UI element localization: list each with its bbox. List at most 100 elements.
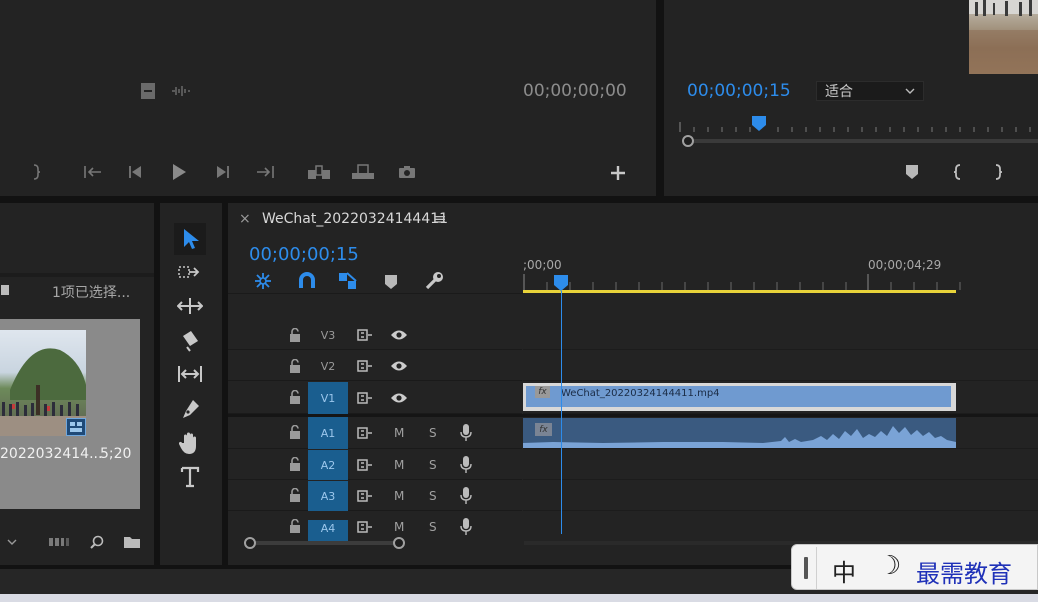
- sync-lock-icon[interactable]: [356, 391, 374, 405]
- sync-lock-icon[interactable]: [356, 458, 374, 472]
- solo-button[interactable]: S: [429, 520, 437, 534]
- ime-half-full-toggle[interactable]: ☽: [878, 551, 901, 581]
- lock-icon[interactable]: [288, 389, 302, 405]
- selection-tool-icon[interactable]: [174, 223, 206, 255]
- track-label[interactable]: V3: [308, 320, 348, 350]
- clip-duration: 5;20: [100, 446, 132, 462]
- clip-thumbnail: [0, 330, 86, 436]
- go-to-in-icon[interactable]: [82, 162, 104, 182]
- chevron-down-icon[interactable]: [4, 535, 20, 549]
- mark-out-icon[interactable]: [990, 162, 1006, 182]
- type-tool-icon[interactable]: [174, 463, 206, 491]
- go-to-out-icon[interactable]: [254, 162, 276, 182]
- program-video-frame: [969, 0, 1038, 74]
- program-timecode[interactable]: 00;00;00;15: [687, 81, 791, 101]
- close-tab-button[interactable]: ×: [239, 211, 251, 227]
- ime-drag-handle[interactable]: [804, 557, 808, 579]
- program-zoom-bar[interactable]: [682, 135, 1038, 147]
- list-view-icon[interactable]: [0, 283, 10, 297]
- mute-button[interactable]: M: [394, 458, 404, 472]
- mark-out-icon[interactable]: [28, 162, 44, 182]
- solo-button[interactable]: S: [429, 426, 437, 440]
- video-clip[interactable]: fx WeChat_20220324144411.mp4: [523, 383, 956, 411]
- step-forward-icon[interactable]: [212, 162, 234, 182]
- track-lane-a3[interactable]: [523, 481, 1038, 511]
- export-frame-icon[interactable]: [396, 162, 418, 182]
- video-clip-name: WeChat_20220324144411.mp4: [561, 388, 720, 399]
- slip-tool-icon[interactable]: [174, 361, 206, 387]
- hand-tool-icon[interactable]: [174, 429, 206, 457]
- pen-tool-icon[interactable]: [174, 395, 206, 423]
- track-label[interactable]: A2: [308, 450, 348, 480]
- tab-menu-icon[interactable]: ≡: [434, 210, 447, 228]
- track-lane-v2[interactable]: [523, 351, 1038, 381]
- solo-button[interactable]: S: [429, 458, 437, 472]
- microphone-icon[interactable]: [459, 424, 473, 442]
- ripple-edit-tool-icon[interactable]: [174, 293, 206, 319]
- track-lane-a2[interactable]: [523, 450, 1038, 480]
- lock-icon[interactable]: [288, 327, 302, 343]
- lock-icon[interactable]: [288, 358, 302, 374]
- sync-lock-icon[interactable]: [356, 489, 374, 503]
- play-icon[interactable]: [168, 160, 190, 184]
- sync-lock-icon[interactable]: [356, 426, 374, 440]
- snap-magnet-icon[interactable]: [296, 270, 318, 292]
- track-header-v2: V2: [228, 351, 522, 381]
- fit-dropdown[interactable]: 适合: [816, 81, 924, 101]
- timeline-tab-title[interactable]: WeChat_20220324144411: [262, 211, 448, 227]
- wrench-settings-icon[interactable]: [422, 270, 446, 292]
- add-marker-icon[interactable]: [904, 162, 920, 182]
- add-button-icon[interactable]: [608, 162, 628, 184]
- program-playhead[interactable]: [752, 116, 766, 131]
- lock-icon[interactable]: [288, 424, 302, 440]
- track-select-tool-icon[interactable]: [174, 259, 206, 285]
- microphone-icon[interactable]: [459, 518, 473, 536]
- track-label[interactable]: V2: [308, 351, 348, 381]
- sync-lock-icon[interactable]: [356, 328, 374, 342]
- timeline-playhead[interactable]: [554, 275, 568, 291]
- automate-sequence-icon[interactable]: [48, 535, 70, 549]
- lock-icon[interactable]: [288, 518, 302, 534]
- timeline-ruler[interactable]: ;00;00 00;00;04;29: [523, 250, 1038, 294]
- step-back-icon[interactable]: [124, 162, 146, 182]
- source-timecode: 00;00;00;00: [523, 81, 627, 101]
- solo-button[interactable]: S: [429, 489, 437, 503]
- sync-lock-icon[interactable]: [356, 520, 374, 534]
- mute-button[interactable]: M: [394, 520, 404, 534]
- ime-toolbar[interactable]: 中 ☽ 最需教育: [791, 544, 1038, 590]
- linked-selection-icon[interactable]: [336, 270, 360, 292]
- audio-clip[interactable]: fx: [523, 418, 956, 448]
- eye-icon[interactable]: [390, 328, 408, 342]
- sync-lock-icon[interactable]: [356, 359, 374, 373]
- mute-button[interactable]: M: [394, 489, 404, 503]
- taskbar-strip: [0, 594, 1038, 602]
- razor-tool-icon[interactable]: [174, 327, 206, 355]
- clip-item[interactable]: 2022032414... 5;20: [0, 319, 140, 509]
- track-label[interactable]: V1: [308, 382, 348, 414]
- ime-mode-toggle[interactable]: 中: [832, 553, 856, 588]
- microphone-icon[interactable]: [459, 456, 473, 474]
- lock-icon[interactable]: [288, 487, 302, 503]
- new-bin-icon[interactable]: [122, 533, 142, 551]
- eye-icon[interactable]: [390, 359, 408, 373]
- audio-waveform-icon[interactable]: [170, 82, 192, 100]
- source-menu-icon[interactable]: [140, 82, 156, 100]
- track-header-a2: A2 M S: [228, 450, 522, 480]
- track-label[interactable]: A3: [308, 481, 348, 511]
- track-label[interactable]: A1: [308, 417, 348, 449]
- add-marker-icon[interactable]: [382, 272, 400, 292]
- insert-icon[interactable]: [306, 162, 332, 182]
- search-icon[interactable]: [88, 533, 106, 551]
- program-ruler[interactable]: [678, 116, 1038, 132]
- track-lane-a4[interactable]: [523, 512, 1038, 534]
- microphone-icon[interactable]: [459, 487, 473, 505]
- eye-icon[interactable]: [390, 391, 408, 405]
- nest-sequence-icon[interactable]: [252, 270, 274, 292]
- mark-in-icon[interactable]: [950, 162, 966, 182]
- overwrite-icon[interactable]: [350, 162, 376, 182]
- timeline-timecode[interactable]: 00;00;00;15: [249, 244, 359, 265]
- divider: [656, 0, 664, 196]
- lock-icon[interactable]: [288, 456, 302, 472]
- mute-button[interactable]: M: [394, 426, 404, 440]
- track-lane-v3[interactable]: [523, 320, 1038, 350]
